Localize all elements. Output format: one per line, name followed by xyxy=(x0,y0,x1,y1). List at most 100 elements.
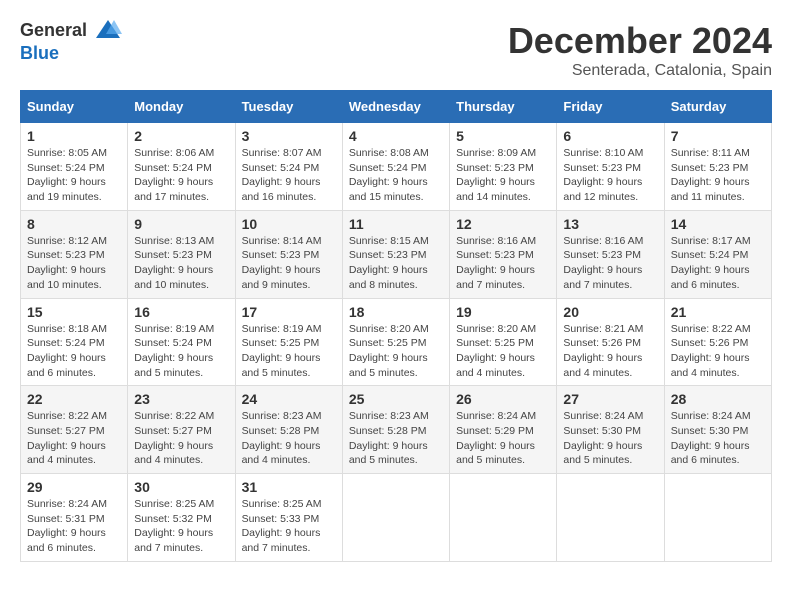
day-number: 13 xyxy=(563,216,657,232)
calendar-cell xyxy=(664,474,771,562)
subtitle: Senterada, Catalonia, Spain xyxy=(508,62,772,80)
calendar-cell: 20 Sunrise: 8:21 AM Sunset: 5:26 PM Dayl… xyxy=(557,298,664,386)
day-number: 2 xyxy=(134,128,228,144)
day-number: 12 xyxy=(456,216,550,232)
day-number: 19 xyxy=(456,304,550,320)
day-info: Sunrise: 8:16 AM Sunset: 5:23 PM Dayligh… xyxy=(563,234,657,293)
calendar-cell: 4 Sunrise: 8:08 AM Sunset: 5:24 PM Dayli… xyxy=(342,123,449,211)
day-header-friday: Friday xyxy=(557,91,664,123)
calendar-cell: 24 Sunrise: 8:23 AM Sunset: 5:28 PM Dayl… xyxy=(235,386,342,474)
day-info: Sunrise: 8:12 AM Sunset: 5:23 PM Dayligh… xyxy=(27,234,121,293)
calendar-cell: 15 Sunrise: 8:18 AM Sunset: 5:24 PM Dayl… xyxy=(21,298,128,386)
calendar-cell: 7 Sunrise: 8:11 AM Sunset: 5:23 PM Dayli… xyxy=(664,123,771,211)
day-info: Sunrise: 8:24 AM Sunset: 5:29 PM Dayligh… xyxy=(456,409,550,468)
day-info: Sunrise: 8:21 AM Sunset: 5:26 PM Dayligh… xyxy=(563,322,657,381)
calendar-week-row: 29 Sunrise: 8:24 AM Sunset: 5:31 PM Dayl… xyxy=(21,474,772,562)
calendar-cell: 11 Sunrise: 8:15 AM Sunset: 5:23 PM Dayl… xyxy=(342,210,449,298)
day-info: Sunrise: 8:24 AM Sunset: 5:30 PM Dayligh… xyxy=(563,409,657,468)
calendar-cell: 27 Sunrise: 8:24 AM Sunset: 5:30 PM Dayl… xyxy=(557,386,664,474)
day-info: Sunrise: 8:19 AM Sunset: 5:24 PM Dayligh… xyxy=(134,322,228,381)
calendar-cell: 12 Sunrise: 8:16 AM Sunset: 5:23 PM Dayl… xyxy=(450,210,557,298)
day-info: Sunrise: 8:16 AM Sunset: 5:23 PM Dayligh… xyxy=(456,234,550,293)
day-header-thursday: Thursday xyxy=(450,91,557,123)
logo: General Blue xyxy=(20,20,122,64)
calendar-week-row: 15 Sunrise: 8:18 AM Sunset: 5:24 PM Dayl… xyxy=(21,298,772,386)
day-info: Sunrise: 8:20 AM Sunset: 5:25 PM Dayligh… xyxy=(456,322,550,381)
calendar-cell: 5 Sunrise: 8:09 AM Sunset: 5:23 PM Dayli… xyxy=(450,123,557,211)
day-number: 3 xyxy=(242,128,336,144)
calendar-cell: 22 Sunrise: 8:22 AM Sunset: 5:27 PM Dayl… xyxy=(21,386,128,474)
day-info: Sunrise: 8:15 AM Sunset: 5:23 PM Dayligh… xyxy=(349,234,443,293)
calendar-week-row: 1 Sunrise: 8:05 AM Sunset: 5:24 PM Dayli… xyxy=(21,123,772,211)
calendar-cell: 2 Sunrise: 8:06 AM Sunset: 5:24 PM Dayli… xyxy=(128,123,235,211)
calendar-cell: 29 Sunrise: 8:24 AM Sunset: 5:31 PM Dayl… xyxy=(21,474,128,562)
day-info: Sunrise: 8:24 AM Sunset: 5:30 PM Dayligh… xyxy=(671,409,765,468)
day-number: 6 xyxy=(563,128,657,144)
day-info: Sunrise: 8:07 AM Sunset: 5:24 PM Dayligh… xyxy=(242,146,336,205)
day-header-tuesday: Tuesday xyxy=(235,91,342,123)
calendar-cell: 18 Sunrise: 8:20 AM Sunset: 5:25 PM Dayl… xyxy=(342,298,449,386)
day-number: 16 xyxy=(134,304,228,320)
title-area: December 2024 Senterada, Catalonia, Spai… xyxy=(508,20,772,80)
calendar-cell: 31 Sunrise: 8:25 AM Sunset: 5:33 PM Dayl… xyxy=(235,474,342,562)
calendar-cell: 1 Sunrise: 8:05 AM Sunset: 5:24 PM Dayli… xyxy=(21,123,128,211)
calendar-cell: 9 Sunrise: 8:13 AM Sunset: 5:23 PM Dayli… xyxy=(128,210,235,298)
calendar-cell: 14 Sunrise: 8:17 AM Sunset: 5:24 PM Dayl… xyxy=(664,210,771,298)
month-title: December 2024 xyxy=(508,20,772,62)
day-info: Sunrise: 8:11 AM Sunset: 5:23 PM Dayligh… xyxy=(671,146,765,205)
calendar-cell: 19 Sunrise: 8:20 AM Sunset: 5:25 PM Dayl… xyxy=(450,298,557,386)
day-info: Sunrise: 8:25 AM Sunset: 5:32 PM Dayligh… xyxy=(134,497,228,556)
calendar-header-row: SundayMondayTuesdayWednesdayThursdayFrid… xyxy=(21,91,772,123)
day-number: 31 xyxy=(242,479,336,495)
day-info: Sunrise: 8:19 AM Sunset: 5:25 PM Dayligh… xyxy=(242,322,336,381)
day-number: 7 xyxy=(671,128,765,144)
calendar-cell: 25 Sunrise: 8:23 AM Sunset: 5:28 PM Dayl… xyxy=(342,386,449,474)
calendar-cell: 8 Sunrise: 8:12 AM Sunset: 5:23 PM Dayli… xyxy=(21,210,128,298)
calendar-cell: 3 Sunrise: 8:07 AM Sunset: 5:24 PM Dayli… xyxy=(235,123,342,211)
day-info: Sunrise: 8:22 AM Sunset: 5:26 PM Dayligh… xyxy=(671,322,765,381)
day-info: Sunrise: 8:24 AM Sunset: 5:31 PM Dayligh… xyxy=(27,497,121,556)
calendar-cell: 10 Sunrise: 8:14 AM Sunset: 5:23 PM Dayl… xyxy=(235,210,342,298)
day-info: Sunrise: 8:22 AM Sunset: 5:27 PM Dayligh… xyxy=(134,409,228,468)
day-info: Sunrise: 8:09 AM Sunset: 5:23 PM Dayligh… xyxy=(456,146,550,205)
calendar-cell: 28 Sunrise: 8:24 AM Sunset: 5:30 PM Dayl… xyxy=(664,386,771,474)
day-number: 27 xyxy=(563,391,657,407)
day-header-saturday: Saturday xyxy=(664,91,771,123)
day-info: Sunrise: 8:20 AM Sunset: 5:25 PM Dayligh… xyxy=(349,322,443,381)
day-info: Sunrise: 8:10 AM Sunset: 5:23 PM Dayligh… xyxy=(563,146,657,205)
day-number: 4 xyxy=(349,128,443,144)
calendar-week-row: 8 Sunrise: 8:12 AM Sunset: 5:23 PM Dayli… xyxy=(21,210,772,298)
header: General Blue December 2024 Senterada, Ca… xyxy=(20,20,772,80)
day-number: 25 xyxy=(349,391,443,407)
calendar: SundayMondayTuesdayWednesdayThursdayFrid… xyxy=(20,90,772,562)
calendar-cell: 26 Sunrise: 8:24 AM Sunset: 5:29 PM Dayl… xyxy=(450,386,557,474)
day-info: Sunrise: 8:23 AM Sunset: 5:28 PM Dayligh… xyxy=(349,409,443,468)
day-number: 28 xyxy=(671,391,765,407)
logo-icon xyxy=(94,16,122,44)
calendar-cell xyxy=(342,474,449,562)
day-number: 20 xyxy=(563,304,657,320)
calendar-cell: 21 Sunrise: 8:22 AM Sunset: 5:26 PM Dayl… xyxy=(664,298,771,386)
logo-text: General Blue xyxy=(20,20,122,64)
day-info: Sunrise: 8:22 AM Sunset: 5:27 PM Dayligh… xyxy=(27,409,121,468)
day-number: 17 xyxy=(242,304,336,320)
day-info: Sunrise: 8:13 AM Sunset: 5:23 PM Dayligh… xyxy=(134,234,228,293)
day-header-sunday: Sunday xyxy=(21,91,128,123)
day-info: Sunrise: 8:06 AM Sunset: 5:24 PM Dayligh… xyxy=(134,146,228,205)
day-number: 26 xyxy=(456,391,550,407)
day-header-wednesday: Wednesday xyxy=(342,91,449,123)
day-number: 23 xyxy=(134,391,228,407)
day-number: 24 xyxy=(242,391,336,407)
calendar-cell: 6 Sunrise: 8:10 AM Sunset: 5:23 PM Dayli… xyxy=(557,123,664,211)
day-info: Sunrise: 8:14 AM Sunset: 5:23 PM Dayligh… xyxy=(242,234,336,293)
day-info: Sunrise: 8:08 AM Sunset: 5:24 PM Dayligh… xyxy=(349,146,443,205)
day-number: 9 xyxy=(134,216,228,232)
day-number: 15 xyxy=(27,304,121,320)
day-info: Sunrise: 8:25 AM Sunset: 5:33 PM Dayligh… xyxy=(242,497,336,556)
calendar-cell: 17 Sunrise: 8:19 AM Sunset: 5:25 PM Dayl… xyxy=(235,298,342,386)
calendar-cell: 30 Sunrise: 8:25 AM Sunset: 5:32 PM Dayl… xyxy=(128,474,235,562)
day-number: 8 xyxy=(27,216,121,232)
day-number: 10 xyxy=(242,216,336,232)
calendar-cell: 16 Sunrise: 8:19 AM Sunset: 5:24 PM Dayl… xyxy=(128,298,235,386)
day-number: 22 xyxy=(27,391,121,407)
